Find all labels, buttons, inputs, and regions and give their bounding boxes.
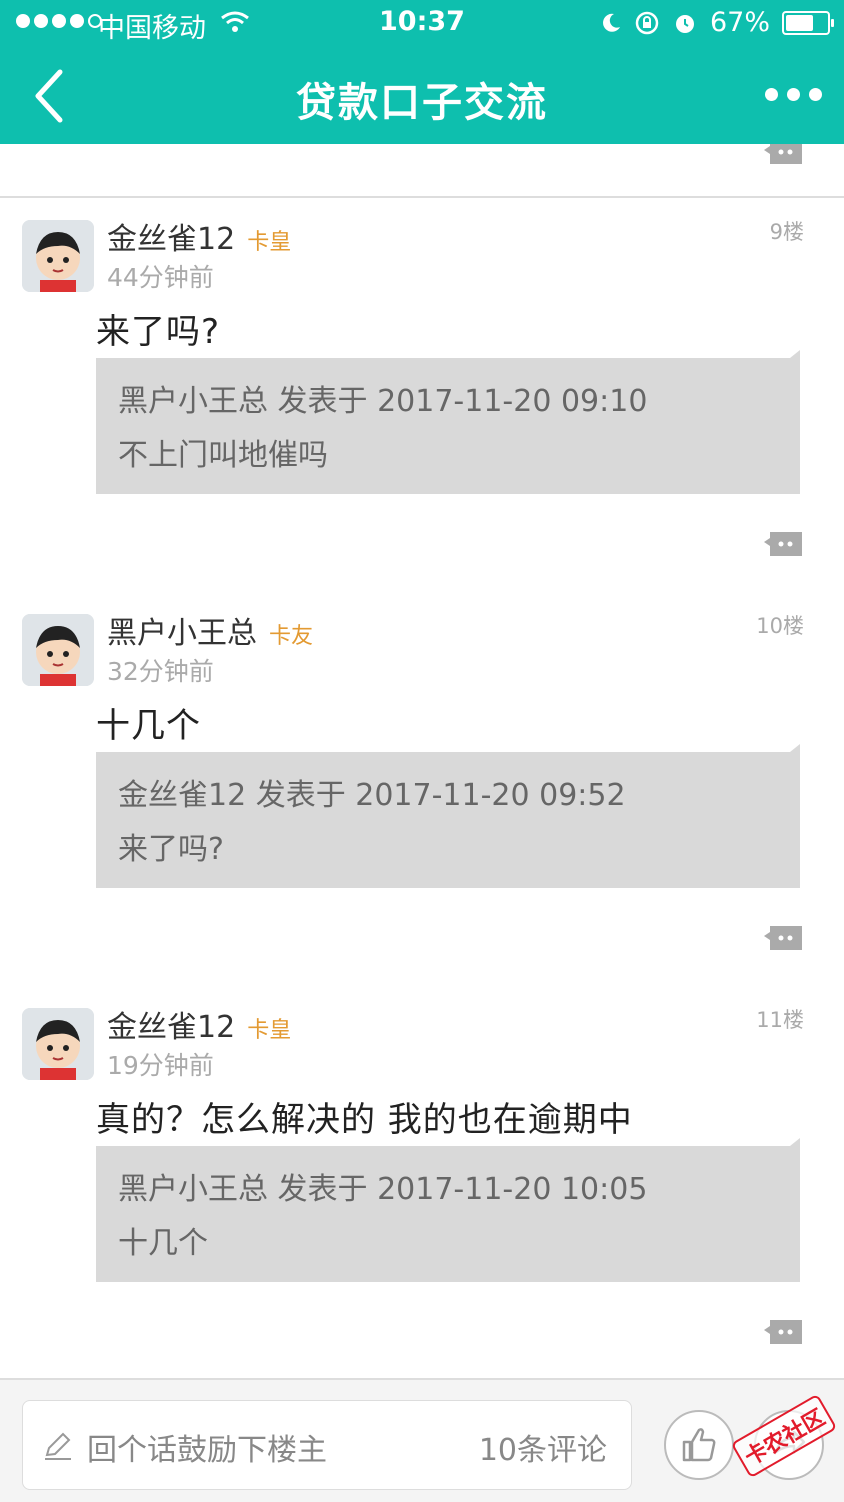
status-right: 67%: [600, 7, 834, 38]
quote-header: 黑户小王总 发表于 2017-11-20 09:10: [118, 384, 648, 419]
quoted-reply[interactable]: 金丝雀12 发表于 2017-11-20 09:52 来了吗?: [96, 744, 800, 888]
comment-icon[interactable]: [764, 530, 804, 558]
pencil-icon: [45, 1432, 71, 1460]
username[interactable]: 金丝雀12 卡皇: [107, 1002, 291, 1046]
quote-text: 十几个: [118, 1226, 208, 1261]
quote-header: 金丝雀12 发表于 2017-11-20 09:52: [118, 778, 626, 813]
post-list[interactable]: 金丝雀12 卡皇 44分钟前 9楼 来了吗? 黑户小王总 发表于 2017-11-…: [0, 144, 844, 1378]
top-bar: 中国移动 10:37 67% 贷款口子交流: [0, 0, 844, 144]
status-bar: 中国移动 10:37 67%: [0, 0, 844, 48]
previous-post-stub: [0, 144, 844, 198]
floor-number: 11楼: [756, 1008, 804, 1032]
avatar[interactable]: [22, 220, 94, 292]
post-time: 19分钟前: [107, 1051, 214, 1080]
user-level-badge: 卡皇: [247, 230, 292, 255]
rotation-lock-icon: [635, 11, 659, 34]
bottom-bar: 回个话鼓励下楼主 10条评论 卡农社区: [0, 1378, 844, 1502]
avatar-image: [22, 220, 94, 292]
quoted-reply[interactable]: 黑户小王总 发表于 2017-11-20 09:10 不上门叫地催吗: [96, 350, 800, 494]
quoted-reply[interactable]: 黑户小王总 发表于 2017-11-20 10:05 十几个: [96, 1138, 800, 1282]
page-title: 贷款口子交流: [296, 80, 548, 126]
post-item: 金丝雀12 卡皇 19分钟前 11楼 真的？怎么解决的 我的也在逾期中 黑户小王总…: [0, 986, 844, 1378]
quote-text: 不上门叫地催吗: [118, 438, 328, 473]
like-button[interactable]: [664, 1410, 734, 1480]
post-item: 金丝雀12 卡皇 44分钟前 9楼 来了吗? 黑户小王总 发表于 2017-11-…: [0, 198, 844, 594]
floor-number: 9楼: [769, 220, 804, 244]
username[interactable]: 金丝雀12 卡皇: [107, 214, 291, 258]
thumbs-up-icon: [682, 1428, 716, 1462]
comment-icon[interactable]: [764, 144, 804, 166]
reply-input[interactable]: 回个话鼓励下楼主 10条评论: [22, 1400, 632, 1490]
alarm-icon: [675, 14, 694, 33]
avatar-image: [22, 614, 94, 686]
more-menu-icon[interactable]: [765, 88, 822, 101]
post-time: 32分钟前: [107, 657, 214, 686]
post-text: 真的？怎么解决的 我的也在逾期中: [96, 1100, 633, 1140]
floor-number: 10楼: [756, 614, 804, 638]
comment-icon[interactable]: [764, 1318, 804, 1346]
post-item: 黑户小王总 卡友 32分钟前 10楼 十几个 金丝雀12 发表于 2017-11-…: [0, 592, 844, 988]
post-text: 来了吗?: [96, 312, 221, 352]
avatar[interactable]: [22, 1008, 94, 1080]
battery-percent: 67%: [709, 7, 770, 38]
username[interactable]: 黑户小王总 卡友: [107, 608, 313, 652]
quote-text: 来了吗?: [118, 832, 224, 867]
reply-placeholder: 回个话鼓励下楼主: [87, 1433, 327, 1468]
avatar[interactable]: [22, 614, 94, 686]
quote-header: 黑户小王总 发表于 2017-11-20 10:05: [118, 1172, 648, 1207]
avatar-image: [22, 1008, 94, 1080]
post-time: 44分钟前: [107, 263, 214, 292]
battery-icon: [782, 10, 834, 35]
comment-count[interactable]: 10条评论: [479, 1425, 607, 1469]
moon-icon: [603, 13, 620, 32]
user-level-badge: 卡皇: [247, 1018, 292, 1043]
post-text: 十几个: [96, 706, 201, 746]
comment-icon[interactable]: [764, 924, 804, 952]
user-level-badge: 卡友: [269, 624, 314, 649]
